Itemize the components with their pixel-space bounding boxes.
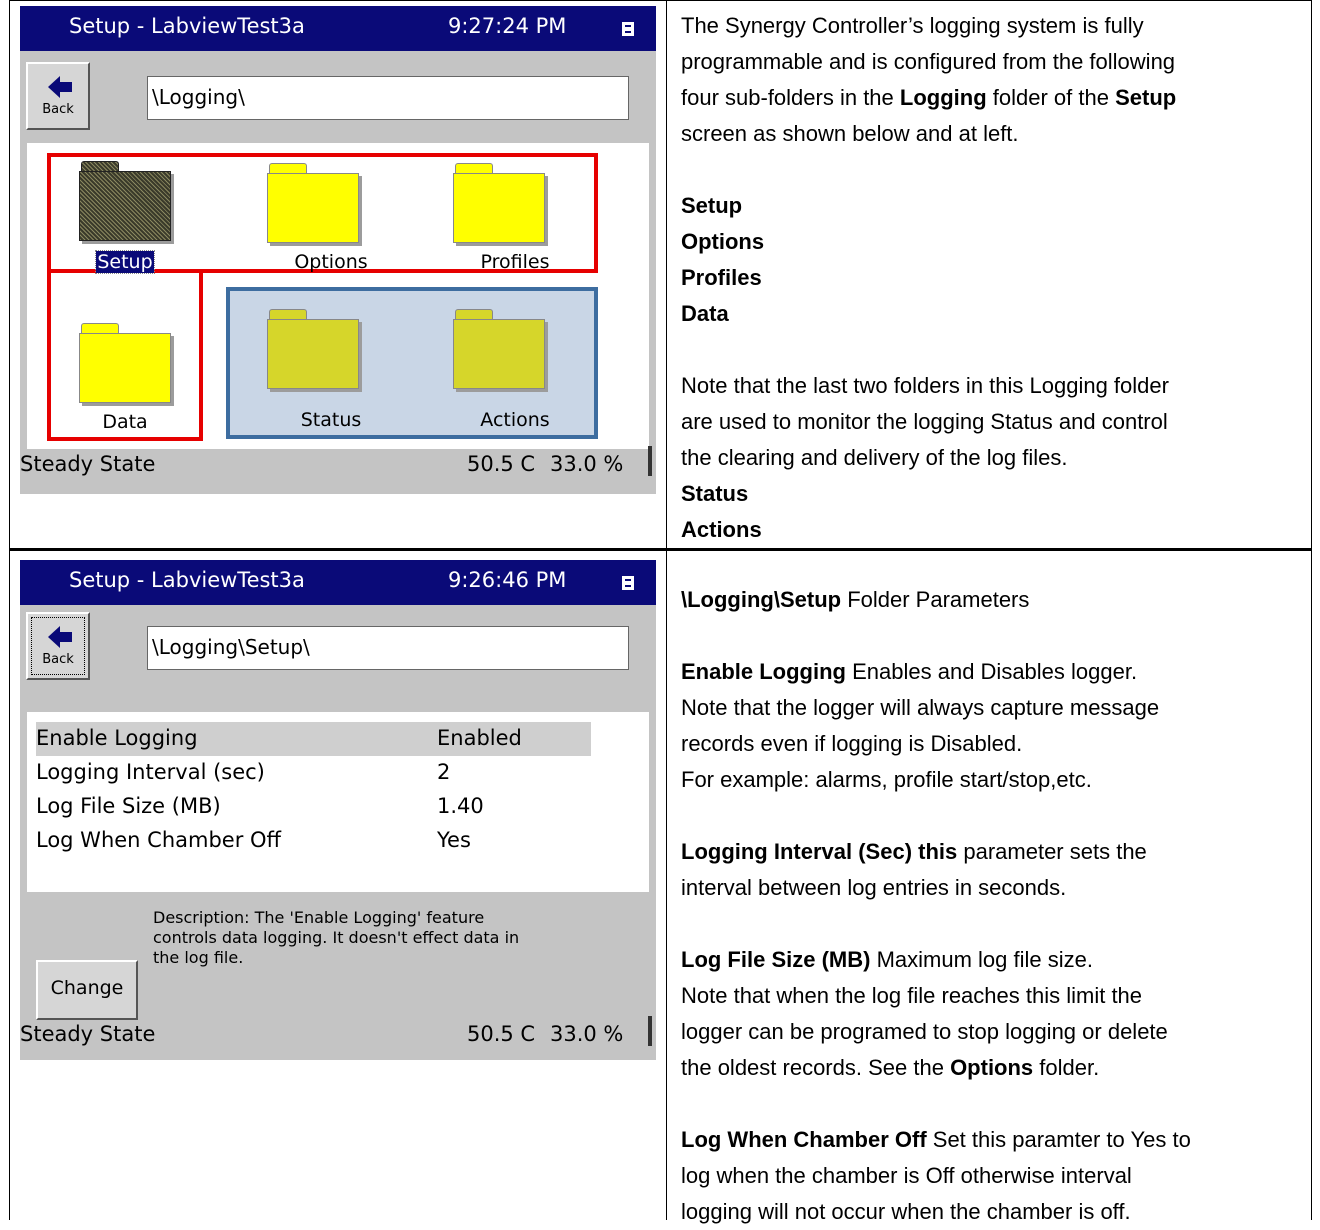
sub-folder-list-item: Setup [681, 193, 743, 218]
back-button[interactable]: Back [26, 62, 90, 130]
back-button[interactable]: Back [26, 612, 90, 680]
param-row-enable-logging[interactable]: Enable Logging Enabled [36, 722, 591, 756]
setup-parameters-text: \Logging\Setup Folder Parameters Enable … [681, 582, 1311, 1230]
title-bar: Setup - LabviewTest3a 9:27:24 PM [20, 6, 656, 51]
folder-data-label[interactable]: Data [55, 411, 195, 433]
log-when-chamber-off-note: logging will not occur when the chamber … [681, 1199, 1131, 1224]
log-when-chamber-off-desc: Log When Chamber Off Set this paramter t… [681, 1127, 1191, 1152]
parameter-description: Description: The 'Enable Logging' featur… [153, 908, 520, 967]
log-file-size-desc: Log File Size (MB) Maximum log file size… [681, 947, 1093, 972]
folder-profiles-icon[interactable] [453, 163, 545, 243]
param-name: Log File Size (MB) [36, 794, 221, 818]
folder-actions-icon[interactable] [453, 309, 545, 389]
folder-data-icon[interactable] [79, 323, 171, 403]
enable-logging-note: records even if logging is Disabled. [681, 731, 1023, 756]
log-file-size-note-end: the oldest records. See the Options fold… [681, 1055, 1100, 1080]
table-border-left [9, 0, 10, 1220]
sub-folder-list-item: Profiles [681, 265, 762, 290]
table-column-divider [666, 0, 667, 1220]
path-text: \Logging\ [152, 85, 245, 109]
table-row-divider [9, 548, 1312, 551]
input-panel-icon[interactable] [622, 576, 634, 590]
monitor-folder-list-item: Actions [681, 517, 762, 542]
param-value: Enabled [437, 726, 522, 750]
param-value: 2 [437, 760, 451, 784]
change-button[interactable]: Change [36, 960, 138, 1020]
folder-status-icon[interactable] [267, 309, 359, 389]
folder-options-icon[interactable] [267, 163, 359, 243]
intro-line-1: The Synergy Controller’s logging system … [681, 13, 1144, 38]
temperature-readout: 50.5 C [467, 452, 536, 476]
red-connector [199, 269, 203, 275]
back-label: Back [42, 102, 74, 117]
parameter-list: Enable Logging Enabled Logging Interval … [27, 712, 649, 892]
back-label: Back [42, 652, 74, 667]
section-heading: \Logging\Setup Folder Parameters [681, 587, 1030, 612]
path-field[interactable]: \Logging\Setup\ [147, 626, 629, 670]
table-border-top [9, 0, 1312, 1]
window-title: Setup - LabviewTest3a [69, 568, 305, 592]
logging-folder-screenshot: Setup - LabviewTest3a 9:27:24 PM Back \L… [20, 6, 656, 494]
intro-line-3: four sub-folders in the Logging folder o… [681, 85, 1177, 110]
sub-folder-list-item: Data [681, 301, 729, 326]
logging-overview-text: The Synergy Controller’s logging system … [681, 8, 1311, 548]
change-label: Change [50, 977, 124, 999]
monitor-folder-list-item: Status [681, 481, 749, 506]
logging-interval-note: interval between log entries in seconds. [681, 875, 1067, 900]
enable-logging-desc: Enable Logging Enables and Disables logg… [681, 659, 1138, 684]
param-name: Log When Chamber Off [36, 828, 282, 852]
note-line-2: are used to monitor the logging Status a… [681, 409, 1168, 434]
input-panel-icon[interactable] [622, 22, 634, 36]
logging-interval-desc: Logging Interval (Sec) this parameter se… [681, 839, 1147, 864]
param-name: Enable Logging [36, 726, 198, 750]
back-arrow-icon [48, 76, 72, 98]
state-text: Steady State [20, 1022, 156, 1046]
state-text: Steady State [20, 452, 156, 476]
folder-actions-label[interactable]: Actions [445, 409, 585, 431]
param-value: 1.40 [437, 794, 484, 818]
param-name: Logging Interval (sec) [36, 760, 265, 784]
note-line-1: Note that the last two folders in this L… [681, 373, 1169, 398]
status-bar: Steady State 50.5 C 33.0 % [20, 1016, 656, 1056]
window-title: Setup - LabviewTest3a [69, 14, 305, 38]
back-arrow-icon [48, 626, 72, 648]
folder-options-label[interactable]: Options [261, 251, 401, 273]
table-border-right [1311, 0, 1312, 1220]
intro-line-2: programmable and is configured from the … [681, 49, 1176, 74]
path-field[interactable]: \Logging\ [147, 76, 629, 120]
folder-view: Setup Options Profiles Data Status Actio… [27, 143, 649, 449]
param-value: Yes [437, 828, 471, 852]
folder-setup-icon[interactable] [79, 161, 171, 241]
title-bar: Setup - LabviewTest3a 9:26:46 PM [20, 560, 656, 605]
temperature-readout: 50.5 C [467, 1022, 536, 1046]
folder-profiles-label[interactable]: Profiles [445, 251, 585, 273]
log-when-chamber-off-note: log when the chamber is Off otherwise in… [681, 1163, 1132, 1188]
enable-logging-example: For example: alarms, profile start/stop,… [681, 767, 1092, 792]
intro-line-4: screen as shown below and at left. [681, 121, 1019, 146]
note-line-3: the clearing and delivery of the log fil… [681, 445, 1068, 470]
log-file-size-note: logger can be programed to stop logging … [681, 1019, 1168, 1044]
clock: 9:27:24 PM [448, 14, 567, 38]
humidity-readout: 33.0 % [550, 1022, 624, 1046]
path-text: \Logging\Setup\ [152, 635, 310, 659]
logging-setup-screenshot: Setup - LabviewTest3a 9:26:46 PM Back \L… [20, 560, 656, 1060]
clock: 9:26:46 PM [448, 568, 567, 592]
humidity-readout: 33.0 % [550, 452, 624, 476]
folder-setup-label[interactable]: Setup [55, 250, 195, 274]
status-bar: Steady State 50.5 C 33.0 % [20, 446, 656, 486]
enable-logging-note: Note that the logger will always capture… [681, 695, 1160, 720]
folder-status-label[interactable]: Status [261, 409, 401, 431]
log-file-size-note: Note that when the log file reaches this… [681, 983, 1143, 1008]
sub-folder-list-item: Options [681, 229, 765, 254]
